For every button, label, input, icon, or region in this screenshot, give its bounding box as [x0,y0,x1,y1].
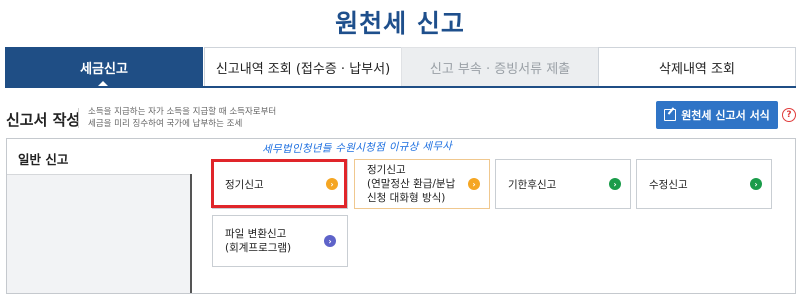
card-label-line1: 정기신고 [367,164,406,176]
chevron-right-icon: › [609,178,621,190]
chevron-right-icon: › [468,178,480,190]
card-file-conversion-filing[interactable]: 파일 변환신고 (회계프로그램) › [212,215,348,267]
chevron-right-icon: › [750,178,762,190]
section-title: 신고서 작성 [6,111,81,129]
withholding-form-button[interactable]: 원천세 신고서 서식 [656,101,778,129]
left-menu: 일반 신고 [7,139,190,293]
menu-divider [190,174,192,293]
card-label-line2: (연말정산 환급/분납 [367,178,456,190]
card-label: 수정신고 [649,179,688,191]
card-label: 기한후신고 [508,179,557,191]
chevron-right-icon: › [324,235,336,247]
highlight-box [211,159,347,208]
help-icon[interactable]: ? [782,108,796,122]
card-label: 정기신고 (연말정산 환급/분납 신청 대화형 방식) [367,163,455,205]
section-desc-line2: 세금을 미리 징수하여 국가에 납부하는 조세 [88,119,243,129]
section-description: 소득을 지급하는 자가 소득을 지급할 때 소득자로부터 세금을 미리 징수하여… [88,106,276,130]
tab-filing-history[interactable]: 신고내역 조회 (접수증 · 납부서) [204,47,402,87]
tab-bar: 세금신고 신고내역 조회 (접수증 · 납부서) 신고 부속 · 증빙서류 제출… [5,47,796,87]
menu-item-label: 일반 신고 [18,152,69,167]
card-label-line3: 신청 대화형 방식) [367,192,446,204]
tab-attachments: 신고 부속 · 증빙서류 제출 [401,47,599,87]
edit-icon [664,109,677,121]
tab-deleted-history[interactable]: 삭제내역 조회 [598,47,796,87]
section-desc-line1: 소득을 지급하는 자가 소득을 지급할 때 소득자로부터 [88,107,277,117]
tab-underline [5,86,796,88]
card-label-line2: (회계프로그램) [225,242,292,254]
card-regular-filing-interactive[interactable]: 정기신고 (연말정산 환급/분납 신청 대화형 방식) › [354,159,490,209]
page-title: 원천세 신고 [335,9,465,38]
menu-item-general-filing[interactable]: 일반 신고 [7,139,190,175]
card-label: 파일 변환신고 (회계프로그램) [225,227,291,255]
card-amended-filing[interactable]: 수정신고 › [636,159,772,209]
section-divider [78,108,79,128]
card-late-filing[interactable]: 기한후신고 › [495,159,631,209]
form-button-label: 원천세 신고서 서식 [681,109,770,122]
card-label-line1: 파일 변환신고 [225,228,287,240]
